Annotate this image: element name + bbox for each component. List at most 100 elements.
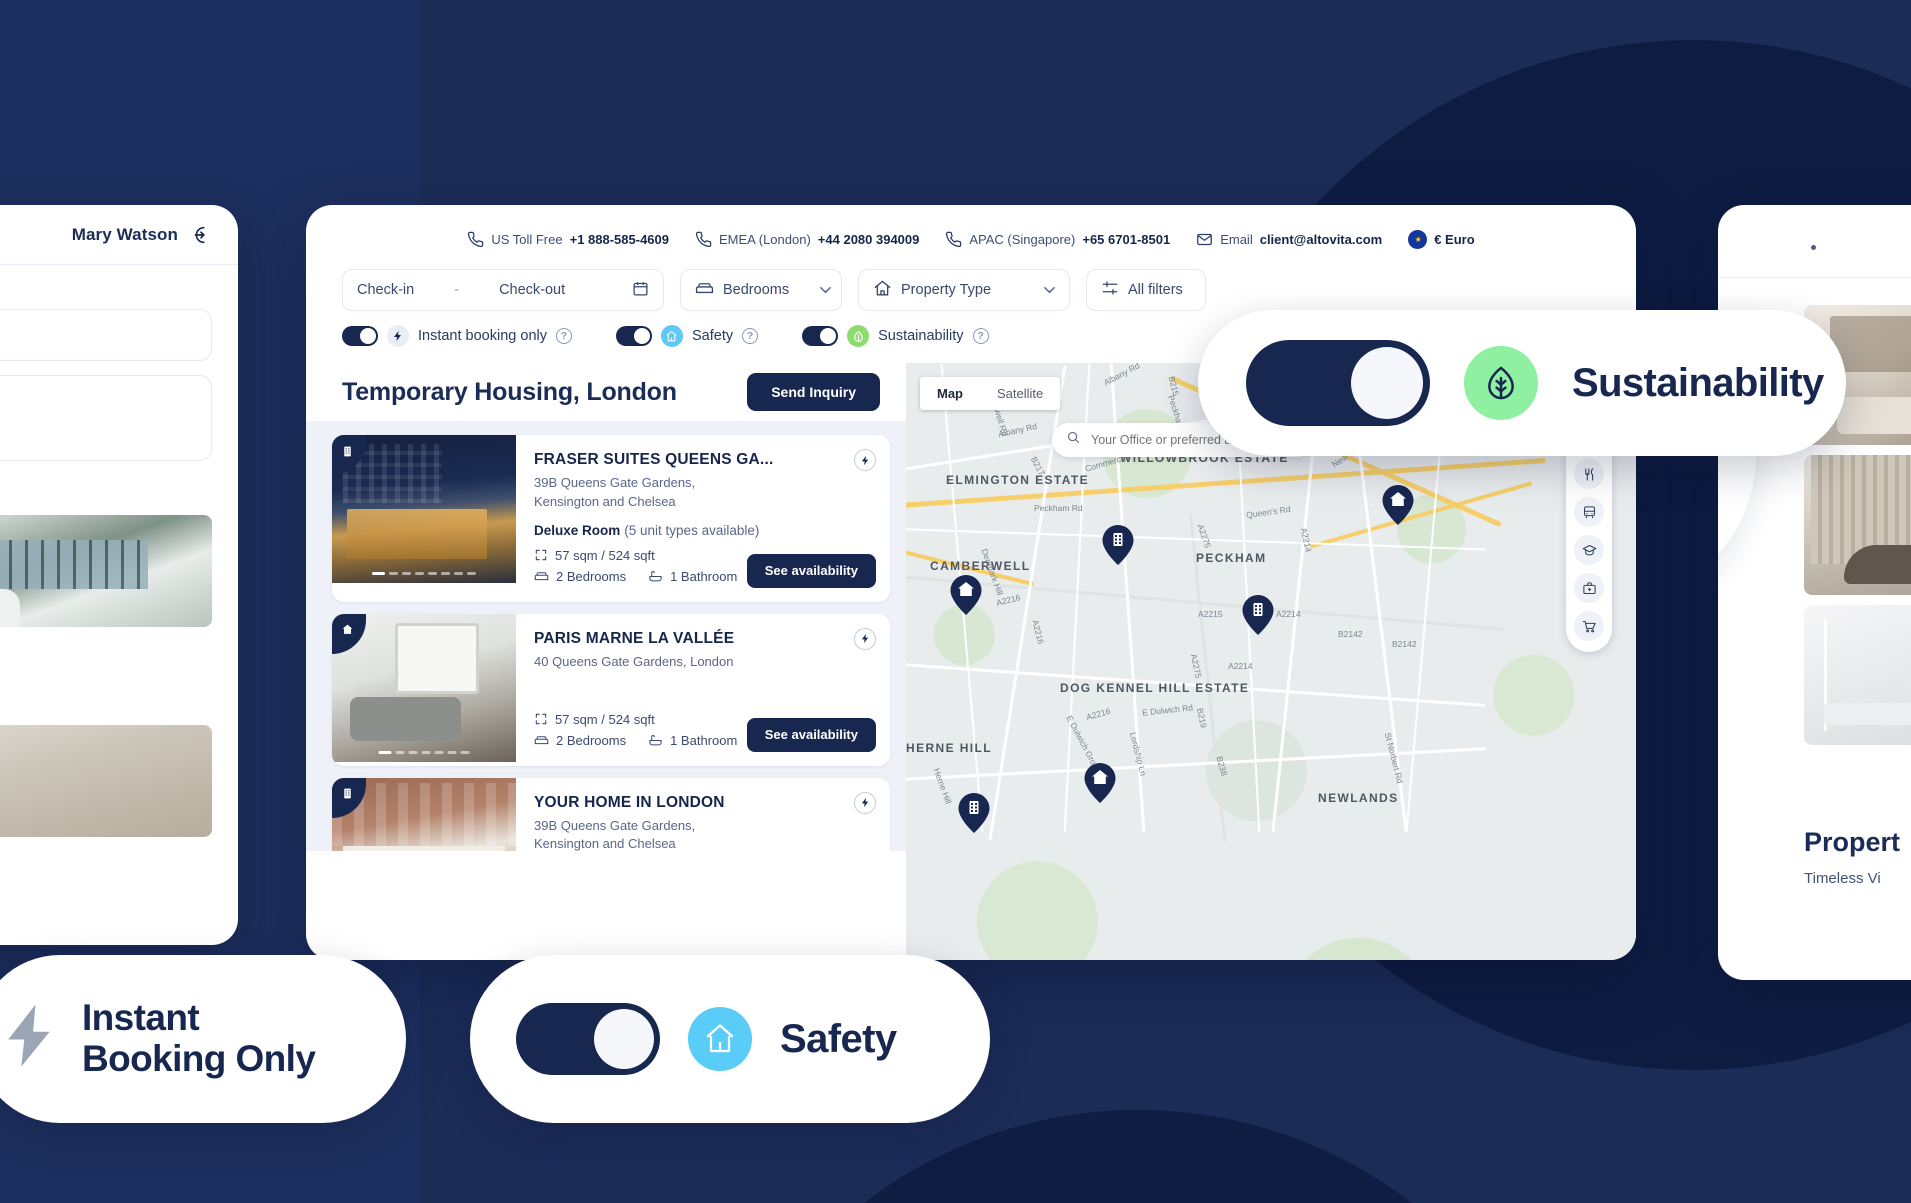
contact-apac[interactable]: APAC (Singapore) +65 6701-8501 — [945, 231, 1170, 248]
toggle-label: Sustainability — [878, 328, 964, 344]
map-pin-house[interactable] — [1084, 763, 1116, 803]
currency-selector[interactable]: € Euro — [1408, 229, 1475, 249]
listing-card[interactable]: FRASER SUITES QUEENS GA... 39B Queens Ga… — [332, 435, 890, 602]
address-line-1: 40 Queens Gate Gardens, London — [534, 653, 734, 669]
map-area-label: NEWLANDS — [1318, 791, 1399, 805]
room-note-label: (5 unit types available) — [624, 522, 760, 538]
shopping-cart-icon[interactable] — [1574, 611, 1604, 641]
toggle-switch[interactable] — [802, 326, 839, 346]
listing-photo[interactable] — [332, 435, 516, 583]
spec-bedrooms-label: 2 Bedrooms — [556, 568, 627, 584]
callout-label: Sustainability — [1572, 361, 1824, 405]
map-pin-house[interactable] — [1382, 485, 1414, 525]
screenshot-root: Mary Watson ry housing. banner to r bann… — [0, 0, 1911, 1203]
map-road-label: A2215 — [1198, 609, 1223, 619]
left-banner-label-1: banner — [0, 487, 212, 505]
bedrooms-dropdown[interactable]: Bedrooms — [680, 269, 842, 311]
filter-controls-row: Check-in - Check-out Bedrooms Property T… — [342, 269, 1600, 311]
spec-bathrooms: 1 Bathroom — [648, 569, 737, 584]
listing-room-type: Deluxe Room (5 unit types available) — [534, 523, 874, 538]
all-filters-button[interactable]: All filters — [1086, 269, 1206, 311]
calendar-icon[interactable] — [632, 280, 649, 301]
map-pin-apartment[interactable] — [1242, 595, 1274, 635]
date-range-picker[interactable]: Check-in - Check-out — [342, 269, 664, 311]
left-form-textarea[interactable]: ry housing. — [0, 375, 212, 461]
map-road-label: A2214 — [1228, 661, 1253, 671]
property-type-dropdown[interactable]: Property Type — [858, 269, 1070, 311]
hospital-briefcase-icon[interactable] — [1574, 573, 1604, 603]
logout-arrow-icon[interactable] — [190, 224, 212, 246]
search-icon — [1066, 430, 1081, 450]
contact-value: client@altovita.com — [1259, 231, 1383, 247]
transit-bus-icon[interactable] — [1574, 497, 1604, 527]
listing-card[interactable]: YOUR HOME IN LONDON 39B Queens Gate Gard… — [332, 777, 890, 851]
phone-icon — [467, 231, 484, 248]
help-icon[interactable]: ? — [555, 328, 572, 344]
callout-label-line1: Instant — [82, 997, 200, 1039]
leaf-icon — [847, 325, 870, 347]
spec-bathrooms: 1 Bathroom — [648, 733, 737, 748]
results-header: Temporary Housing, London Send Inquiry — [306, 363, 906, 421]
listing-card[interactable]: PARIS MARNE LA VALLÉE 40 Queens Gate Gar… — [332, 613, 890, 766]
checkout-field[interactable]: Check-out — [499, 282, 565, 298]
help-icon[interactable]: ? — [972, 328, 989, 344]
carousel-dots[interactable] — [372, 572, 476, 575]
contact-value: +1 888-585-4609 — [569, 231, 670, 247]
see-availability-button[interactable]: See availability — [746, 717, 876, 752]
property-type-label: Property Type — [901, 282, 992, 298]
see-availability-button[interactable]: See availability — [746, 553, 876, 588]
spec-size-label: 57 sqm / 524 sqft — [555, 711, 655, 727]
eu-flag-icon — [1408, 229, 1428, 249]
checkin-field[interactable]: Check-in — [357, 282, 414, 298]
toggle-instant-booking[interactable]: Instant booking only ? — [342, 325, 572, 347]
sustainability-toggle-switch[interactable] — [1246, 340, 1430, 426]
help-icon[interactable]: ? — [742, 328, 759, 344]
map-pin-house[interactable] — [950, 575, 982, 615]
gallery-image-bathroom[interactable] — [1804, 605, 1911, 745]
safety-toggle-switch[interactable] — [516, 1003, 660, 1075]
listing-name: PARIS MARNE LA VALLÉE — [534, 629, 735, 647]
toggle-switch[interactable] — [342, 326, 378, 346]
contact-value: +44 2080 394009 — [817, 231, 920, 247]
listing-photo[interactable] — [332, 613, 516, 762]
listing-body: YOUR HOME IN LONDON 39B Queens Gate Gard… — [516, 778, 890, 851]
instant-booking-badge — [854, 449, 876, 471]
toggle-sustainability[interactable]: Sustainability ? — [802, 325, 989, 347]
map-area-label: CAMBERWELL — [930, 559, 1031, 573]
contact-value: +65 6701-8501 — [1082, 231, 1171, 247]
toggle-safety[interactable]: Safety ? — [615, 325, 759, 347]
map-pin-apartment[interactable] — [958, 793, 990, 833]
listing-body: FRASER SUITES QUEENS GA... 39B Queens Ga… — [516, 435, 890, 602]
listings-scroll-area[interactable]: FRASER SUITES QUEENS GA... 39B Queens Ga… — [306, 421, 906, 851]
contact-us-toll-free[interactable]: US Toll Free +1 888-585-4609 — [467, 231, 669, 248]
callout-safety: Safety — [470, 955, 990, 1123]
contact-label: Email — [1220, 231, 1253, 247]
restaurant-icon[interactable] — [1574, 459, 1604, 489]
all-filters-label: All filters — [1128, 282, 1183, 298]
gallery-image-lounge[interactable] — [1804, 455, 1911, 595]
instant-booking-badge — [854, 627, 876, 650]
spec-bedrooms: 2 Bedrooms — [534, 569, 626, 584]
sliders-icon — [1101, 279, 1119, 301]
left-banner-label-2: r banner — [0, 697, 212, 715]
tab-map[interactable]: Map — [920, 377, 980, 410]
house-icon — [332, 613, 366, 654]
listings-column: Temporary Housing, London Send Inquiry F… — [306, 363, 906, 960]
map-pin-apartment[interactable] — [1102, 525, 1134, 565]
toggle-switch[interactable] — [615, 326, 652, 346]
tab-satellite[interactable]: Satellite — [980, 377, 1060, 410]
map-view-tabs[interactable]: Map Satellite — [920, 377, 1061, 410]
contact-email[interactable]: Email client@altovita.com — [1196, 231, 1382, 248]
right-window-title: Propert — [1804, 827, 1901, 857]
school-graduation-icon[interactable] — [1574, 535, 1604, 565]
toggle-label: Instant booking only — [418, 328, 547, 344]
listing-name: YOUR HOME IN LONDON — [534, 793, 725, 811]
phone-icon — [945, 231, 962, 248]
listing-photo[interactable] — [332, 777, 516, 851]
carousel-dots[interactable] — [378, 750, 470, 754]
left-form-field[interactable] — [0, 309, 212, 361]
send-inquiry-button[interactable]: Send Inquiry — [747, 373, 880, 411]
address-line-1: 39B Queens Gate Gardens, — [534, 475, 696, 490]
contact-emea[interactable]: EMEA (London) +44 2080 394009 — [695, 231, 919, 248]
instant-booking-badge — [854, 791, 876, 814]
